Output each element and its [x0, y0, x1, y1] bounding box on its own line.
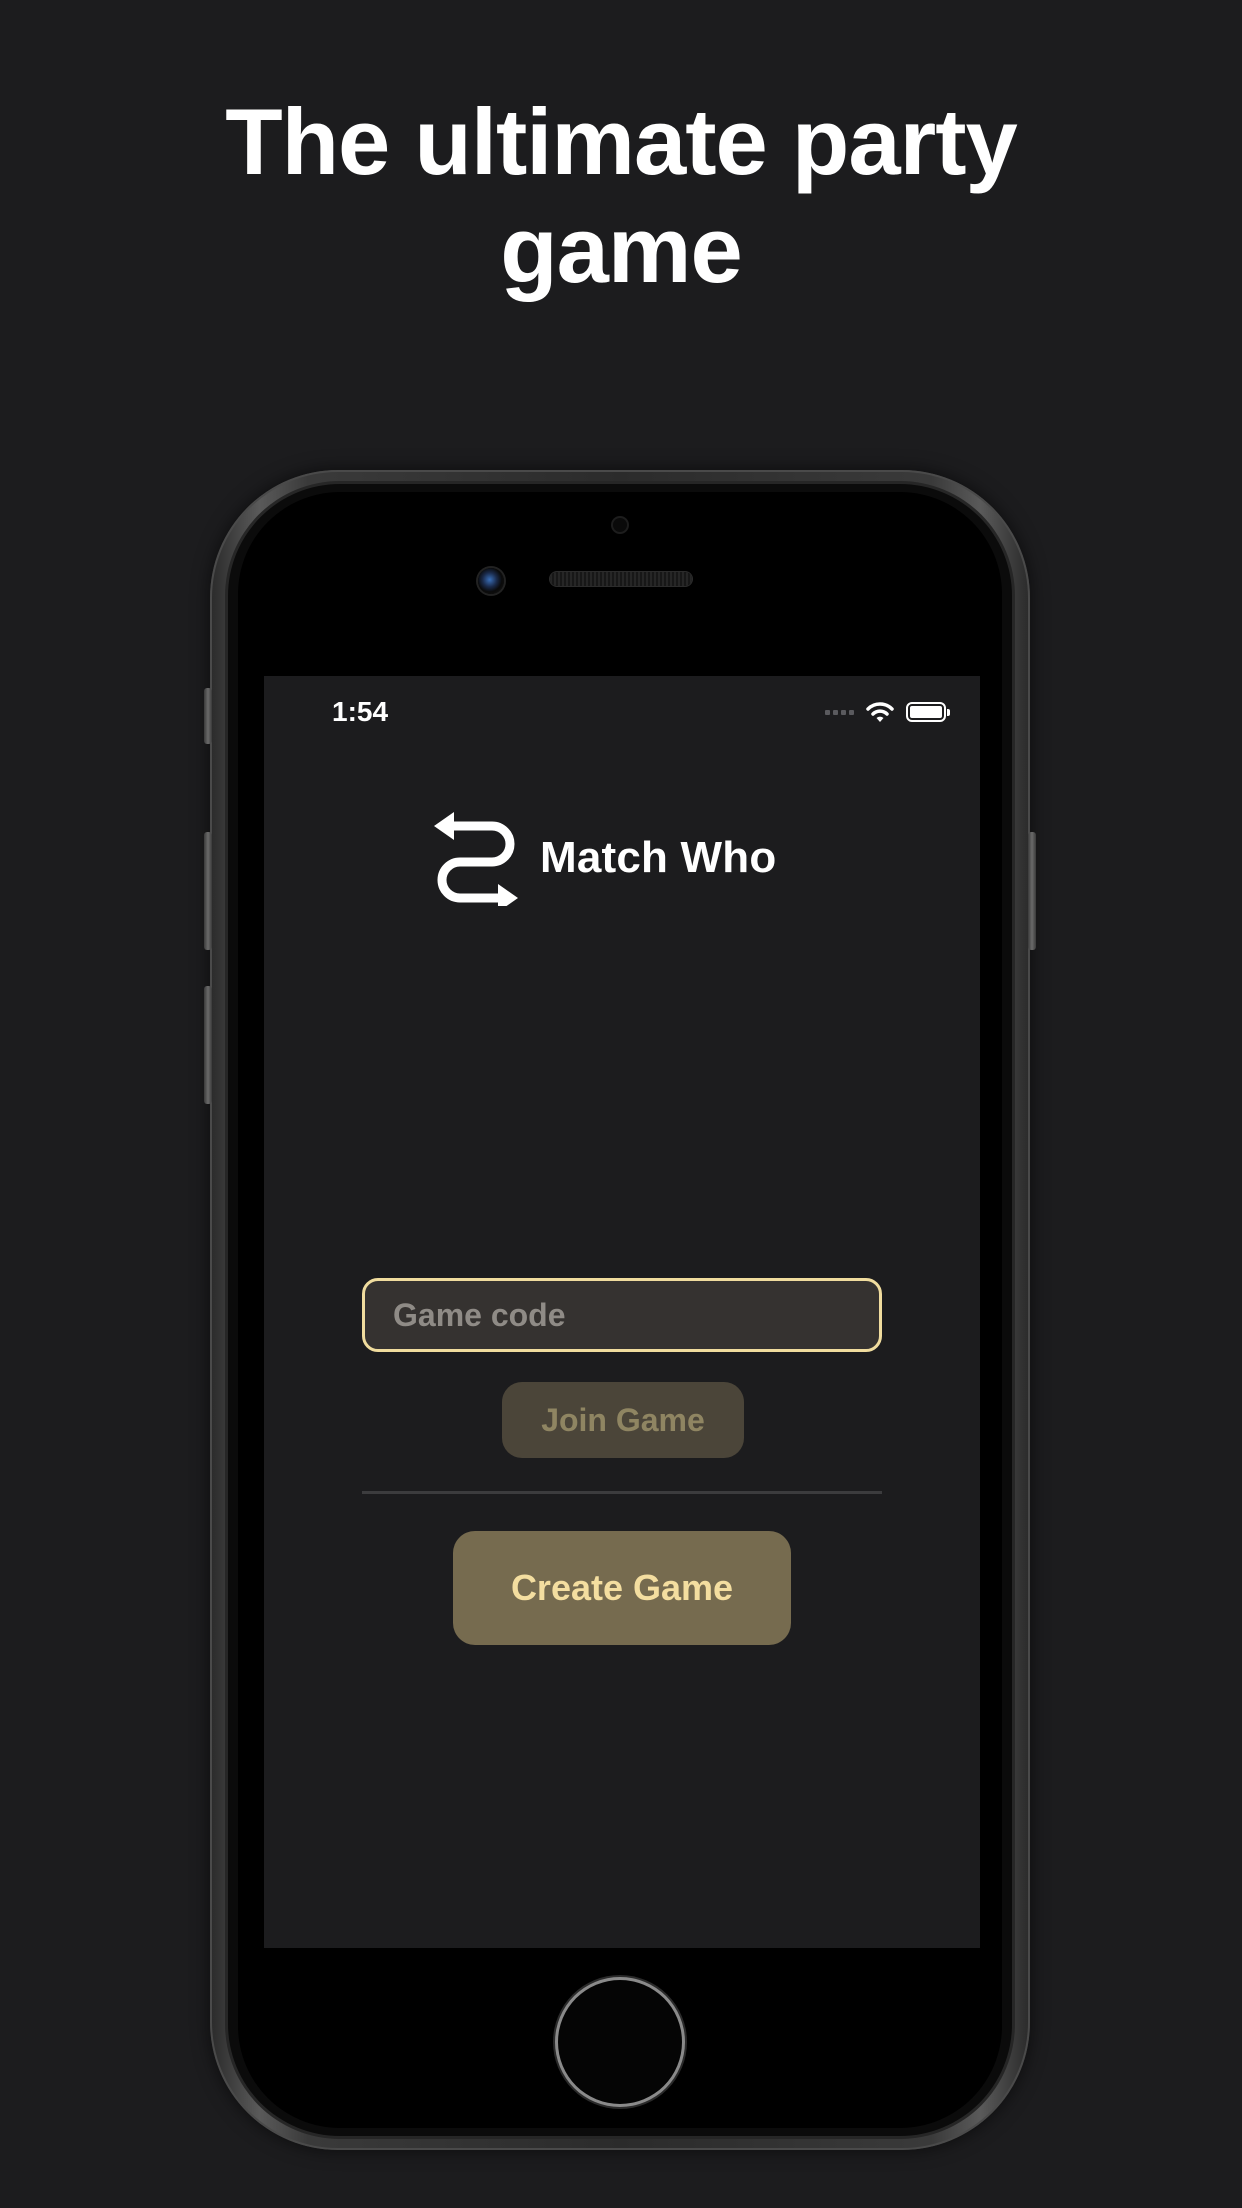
phone-screen: 1:54 Match Who Join Game Create Game — [264, 676, 980, 1948]
volume-down-button — [204, 986, 212, 1104]
signal-icon — [825, 709, 854, 715]
headline-line-1: The ultimate party — [225, 89, 1018, 194]
proximity-sensor — [613, 518, 627, 532]
status-time: 1:54 — [332, 696, 389, 727]
volume-up-button — [204, 832, 212, 950]
app-title: Match Who — [540, 833, 777, 882]
join-game-button[interactable]: Join Game — [502, 1382, 744, 1458]
status-icons — [825, 698, 950, 726]
front-camera — [478, 568, 504, 594]
headline-line-2: game — [500, 197, 743, 302]
game-code-input[interactable] — [362, 1278, 882, 1352]
earpiece-speaker — [550, 572, 692, 586]
mute-switch — [204, 688, 212, 744]
create-game-button[interactable]: Create Game — [453, 1531, 791, 1645]
divider — [362, 1491, 882, 1494]
power-button — [1028, 832, 1036, 950]
wifi-icon — [866, 702, 894, 722]
home-button[interactable] — [558, 1980, 682, 2104]
swap-arrows-icon — [434, 812, 518, 906]
app-brand: Match Who — [434, 808, 776, 908]
battery-icon — [906, 702, 950, 722]
marketing-headline: The ultimate party game — [0, 88, 1242, 304]
